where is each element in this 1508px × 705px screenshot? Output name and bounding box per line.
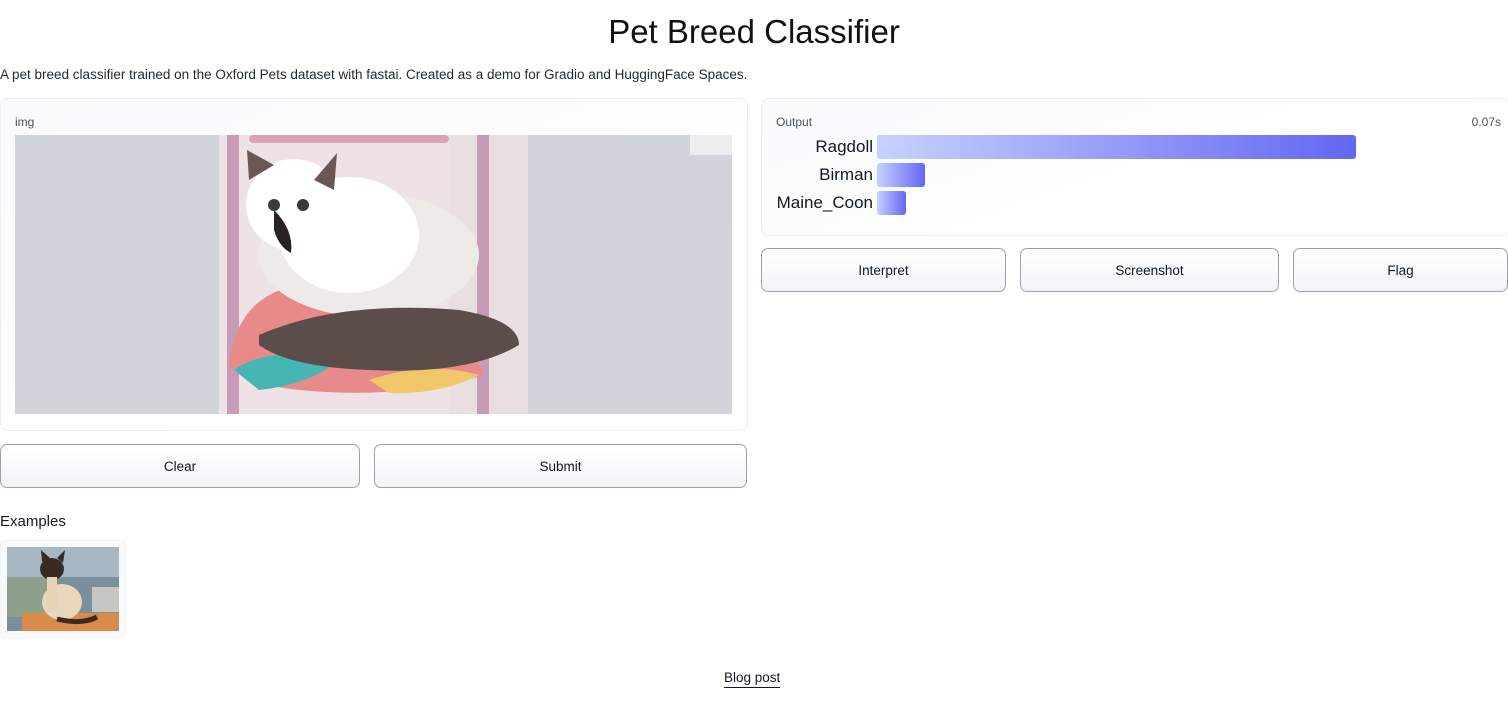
submit-button[interactable]: Submit bbox=[374, 444, 747, 488]
prediction-bar bbox=[877, 191, 906, 215]
prediction-label: Birman bbox=[819, 165, 873, 184]
input-image-label: img bbox=[15, 115, 35, 129]
example-item[interactable] bbox=[0, 540, 126, 638]
image-upload-area[interactable] bbox=[15, 135, 732, 414]
page-title: Pet Breed Classifier bbox=[608, 13, 900, 50]
image-edit-corner[interactable] bbox=[690, 135, 732, 155]
examples-heading: Examples bbox=[0, 513, 66, 530]
input-image-panel: img bbox=[0, 98, 748, 431]
prediction-bar bbox=[877, 135, 1356, 159]
page-description: A pet breed classifier trained on the Ox… bbox=[0, 67, 748, 82]
flag-button[interactable]: Flag bbox=[1293, 248, 1508, 292]
prediction-label: Maine_Coon bbox=[776, 193, 873, 212]
output-timing: 0.07s bbox=[1471, 115, 1501, 129]
blog-post-link[interactable]: Blog post bbox=[724, 670, 781, 688]
output-label: Output bbox=[776, 115, 813, 129]
output-panel: Output 0.07s Ragdoll Birman Maine_Coon bbox=[761, 98, 1508, 236]
interpret-button[interactable]: Interpret bbox=[761, 248, 1006, 292]
prediction-row: Birman bbox=[776, 163, 1412, 187]
screenshot-button[interactable]: Screenshot bbox=[1020, 248, 1279, 292]
prediction-bar bbox=[877, 163, 925, 187]
prediction-label: Ragdoll bbox=[815, 137, 873, 156]
example-siamese-cat-image bbox=[7, 547, 119, 631]
prediction-row: Ragdoll bbox=[776, 135, 1412, 159]
prediction-row: Maine_Coon bbox=[776, 191, 1412, 215]
clear-button[interactable]: Clear bbox=[0, 444, 360, 488]
uploaded-cat-image bbox=[219, 135, 528, 414]
